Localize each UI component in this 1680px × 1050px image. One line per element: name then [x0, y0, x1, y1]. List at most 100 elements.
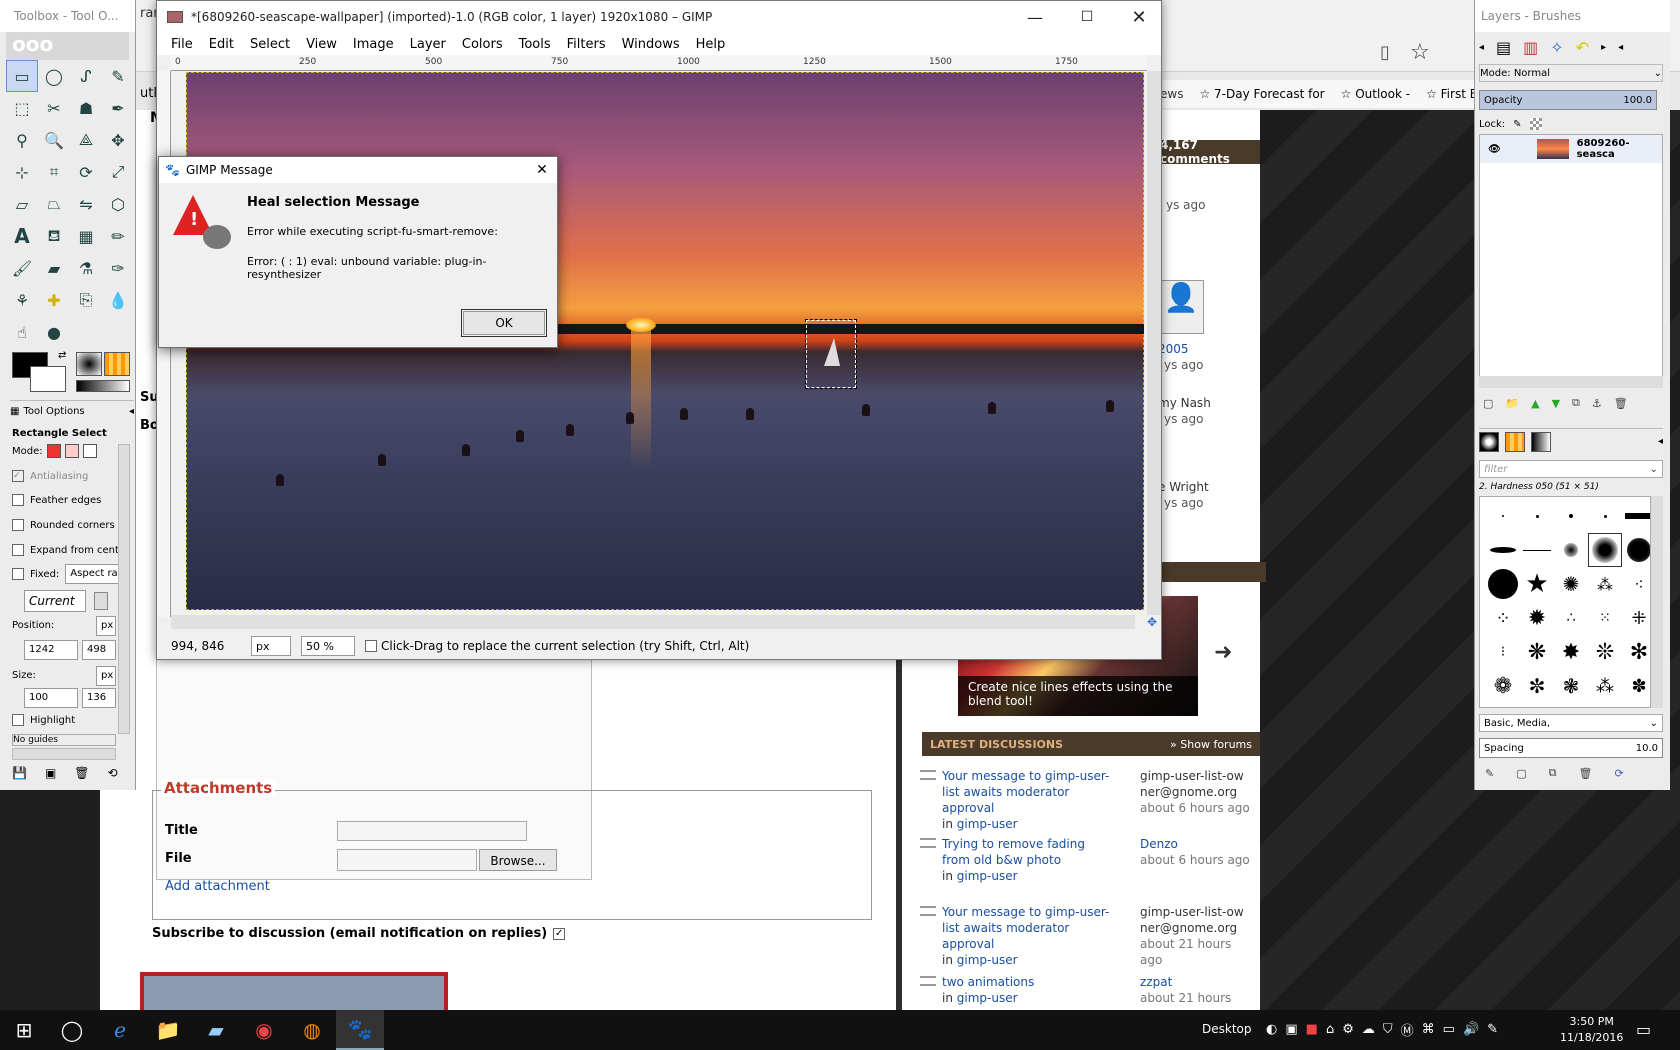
- fixed-select[interactable]: Aspect ratio: [65, 564, 120, 584]
- undo-tab-icon[interactable]: ↶: [1576, 38, 1589, 57]
- user-avatar[interactable]: 👤: [1158, 280, 1204, 334]
- mode-replace-icon[interactable]: [46, 444, 61, 458]
- unit-select[interactable]: px: [251, 636, 291, 656]
- message-close-button[interactable]: ✕: [527, 162, 557, 178]
- perspective-icon[interactable]: ⏢: [38, 188, 70, 220]
- dock-menu-icon[interactable]: ◂: [1618, 42, 1623, 53]
- tray-icon[interactable]: ⌘: [1422, 1022, 1435, 1037]
- new-layer-icon[interactable]: ▢: [1483, 397, 1493, 410]
- next-arrow-icon[interactable]: ➜: [1214, 640, 1232, 665]
- canvas-hscrollbar[interactable]: [171, 615, 1135, 629]
- brush-item[interactable]: ✸: [1554, 635, 1588, 669]
- mode-add-icon[interactable]: [64, 444, 79, 458]
- subscribe-checkbox[interactable]: ✓: [553, 927, 566, 940]
- rotate-icon[interactable]: ⟳: [70, 156, 102, 188]
- edge-icon[interactable]: ℯ: [96, 1010, 144, 1050]
- clock[interactable]: 3:50 PM 11/18/2016: [1560, 1014, 1623, 1046]
- gradients-tab-icon[interactable]: [1531, 431, 1551, 452]
- brush-item[interactable]: ❋: [1520, 635, 1554, 669]
- action-center-icon[interactable]: ▭: [1636, 1020, 1651, 1039]
- tab-menu-icon[interactable]: ◂: [129, 406, 134, 417]
- browse-button[interactable]: Browse...: [479, 849, 557, 871]
- tray-icon[interactable]: ⛉: [1383, 1022, 1393, 1037]
- brush-scrollbar[interactable]: [1651, 496, 1663, 708]
- message-titlebar[interactable]: 🐾 GIMP Message ✕: [159, 157, 557, 183]
- delete-options-icon[interactable]: 🗑: [74, 766, 89, 780]
- size-unit[interactable]: px: [96, 666, 116, 686]
- menu-layer[interactable]: Layer: [410, 37, 446, 52]
- blend-icon[interactable]: ▦: [70, 220, 102, 252]
- brush-item[interactable]: [1486, 567, 1520, 601]
- menu-select[interactable]: Select: [250, 37, 290, 52]
- brush-item[interactable]: ⁜: [1622, 601, 1650, 635]
- tray-icon[interactable]: ⚙: [1342, 1022, 1354, 1037]
- brush-preview[interactable]: [76, 352, 102, 376]
- clone-icon[interactable]: ⚘: [6, 284, 38, 316]
- align-icon[interactable]: ⊹: [6, 156, 38, 188]
- ink-icon[interactable]: ✑: [102, 252, 134, 284]
- brush-item[interactable]: [1520, 499, 1554, 533]
- restore-options-icon[interactable]: ▣: [45, 766, 56, 780]
- brush-item[interactable]: ∴: [1554, 601, 1588, 635]
- scale-icon[interactable]: ⤢: [102, 156, 134, 188]
- menu-tools[interactable]: Tools: [519, 37, 551, 52]
- menu-edit[interactable]: Edit: [209, 37, 234, 52]
- brush-item[interactable]: [1486, 499, 1520, 533]
- measure-icon[interactable]: ⟁: [70, 124, 102, 156]
- zoom-icon[interactable]: 🔍: [38, 124, 70, 156]
- brush-item[interactable]: ★: [1520, 567, 1554, 601]
- shear-icon[interactable]: ▱: [6, 188, 38, 220]
- discussion-forum[interactable]: gimp-user: [957, 817, 1018, 831]
- firefox-icon[interactable]: ◍: [288, 1010, 336, 1050]
- title-input[interactable]: [337, 821, 527, 841]
- menu-help[interactable]: Help: [696, 37, 726, 52]
- duplicate-layer-icon[interactable]: ⧉: [1572, 396, 1580, 410]
- tray-icon[interactable]: ☁: [1362, 1022, 1375, 1037]
- brush-item[interactable]: ⁙: [1588, 601, 1622, 635]
- anchor-icon[interactable]: ⚓: [1592, 397, 1602, 410]
- text-icon[interactable]: A: [6, 220, 38, 252]
- rectangle-selection[interactable]: [805, 319, 857, 389]
- edit-brush-icon[interactable]: ✎: [1485, 767, 1494, 780]
- perspective-clone-icon[interactable]: ⎘: [70, 284, 102, 316]
- layer-name[interactable]: 6809260-seasca: [1577, 138, 1662, 160]
- brush-item-selected[interactable]: [1588, 533, 1622, 567]
- options-scrollbar[interactable]: [118, 444, 130, 734]
- minimize-button[interactable]: —: [1013, 8, 1057, 27]
- paths-tab-icon[interactable]: ✧: [1550, 38, 1563, 57]
- brush-item[interactable]: ✻: [1622, 635, 1650, 669]
- brush-item[interactable]: ⁘: [1486, 601, 1520, 635]
- gradient-preview[interactable]: [76, 380, 130, 392]
- brush-item[interactable]: ⁂: [1588, 669, 1622, 703]
- brush-item[interactable]: [1554, 499, 1588, 533]
- rect-select-icon[interactable]: ▭: [6, 60, 38, 92]
- channels-tab-icon[interactable]: ▥: [1523, 38, 1538, 57]
- new-brush-icon[interactable]: ▢: [1516, 767, 1526, 780]
- tray-icon[interactable]: ⌂: [1326, 1022, 1334, 1037]
- size-w-input[interactable]: 100: [24, 688, 78, 708]
- brush-item[interactable]: ❁: [1486, 669, 1520, 703]
- zoom-select[interactable]: 50 %: [301, 636, 355, 656]
- brush-item[interactable]: ⁂: [1588, 567, 1622, 601]
- flip-icon[interactable]: ⇋: [70, 188, 102, 220]
- discussion-forum[interactable]: gimp-user: [957, 953, 1018, 967]
- patterns-tab-icon[interactable]: [1505, 431, 1525, 452]
- tray-icon[interactable]: ▣: [1285, 1022, 1297, 1037]
- menu-colors[interactable]: Colors: [462, 37, 503, 52]
- tab-scroll-right-icon[interactable]: ▸: [1601, 42, 1606, 53]
- brush-item[interactable]: ✽: [1622, 669, 1650, 703]
- discussion-author[interactable]: Denzo: [1140, 837, 1178, 851]
- pencil-icon[interactable]: ✏: [102, 220, 134, 252]
- brush-item[interactable]: ❃: [1554, 669, 1588, 703]
- ok-button[interactable]: OK: [461, 309, 547, 337]
- reset-options-icon[interactable]: ⟲: [108, 766, 118, 780]
- desktop-toolbar-label[interactable]: Desktop: [1202, 1022, 1252, 1036]
- discussion-title[interactable]: two animations: [942, 975, 1034, 989]
- expand-center-option[interactable]: Expand from cente: [0, 538, 125, 562]
- network-icon[interactable]: ▭: [1443, 1022, 1455, 1037]
- background-color[interactable]: [30, 366, 66, 392]
- brush-item[interactable]: ⁖: [1622, 567, 1650, 601]
- brush-tags-input[interactable]: Basic, Media, ⌄: [1479, 714, 1663, 732]
- brushes-menu-icon[interactable]: ◂: [1658, 436, 1663, 447]
- comments-badge[interactable]: 4,167 comments: [1150, 138, 1260, 166]
